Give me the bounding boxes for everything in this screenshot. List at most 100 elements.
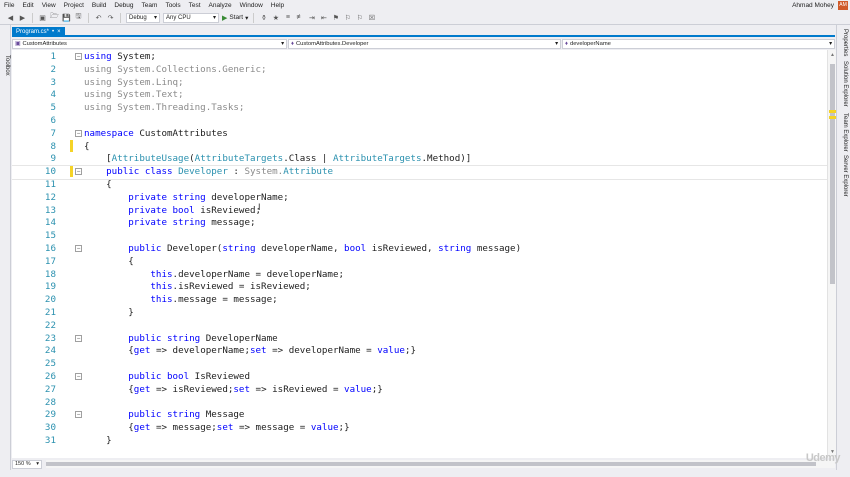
pin-icon[interactable]: •	[52, 27, 54, 37]
code-token: value	[377, 345, 405, 357]
code-token: {	[84, 255, 134, 267]
code-line[interactable]: 8{	[12, 141, 832, 154]
scroll-change-marker	[829, 110, 836, 113]
code-line[interactable]: 12 private string developerName;	[12, 192, 832, 205]
code-line[interactable]: 3 using System.Linq;	[12, 77, 832, 90]
collapse-icon[interactable]: −	[75, 129, 82, 137]
code-line[interactable]: 2 using System.Collections.Generic;	[12, 64, 832, 77]
code-text: using System.Threading.Tasks;	[84, 102, 244, 115]
project-dropdown[interactable]: ▣ CustomAttributes ▾	[12, 39, 287, 49]
new-project-icon[interactable]: ▣	[38, 13, 47, 22]
redo-icon[interactable]: ↷	[106, 13, 115, 22]
code-line[interactable]: 5 using System.Threading.Tasks;	[12, 102, 832, 115]
find-icon[interactable]: ⚱	[259, 13, 268, 22]
member-dropdown[interactable]: ♦ developerName ▾	[562, 39, 835, 49]
save-all-icon[interactable]: 🖫	[74, 13, 83, 22]
solution-explorer-tab[interactable]: Solution Explorer	[842, 61, 848, 107]
save-icon[interactable]: 💾	[62, 13, 71, 22]
collapse-icon[interactable]: −	[75, 168, 82, 176]
menu-window[interactable]: Window	[236, 0, 267, 11]
configuration-select[interactable]: Debug ▾	[126, 12, 160, 23]
properties-tab[interactable]: Properties	[842, 29, 848, 56]
zoom-select[interactable]: 150 % ▾	[12, 459, 42, 469]
code-token: message)	[471, 243, 522, 254]
code-token: .Method)]	[421, 153, 472, 165]
code-line[interactable]: 30 {get => message;set => message = valu…	[12, 422, 832, 435]
code-line[interactable]: 17 {	[12, 256, 832, 269]
menu-file[interactable]: File	[0, 0, 18, 11]
server-explorer-tab[interactable]: Server Explorer	[842, 155, 848, 197]
tab-program-cs[interactable]: Program.cs* • ×	[12, 27, 65, 37]
clear-bookmarks-icon[interactable]: ☒	[367, 13, 376, 22]
scroll-thumb[interactable]	[830, 64, 835, 284]
line-number: 30	[44, 422, 56, 434]
back-icon[interactable]: ◀	[6, 13, 15, 22]
code-line[interactable]: 7 − namespace CustomAttributes	[12, 128, 832, 141]
code-line[interactable]: 18 this.developerName = developerName;	[12, 269, 832, 282]
bookmark-icon[interactable]: ★	[271, 13, 280, 22]
collapse-icon[interactable]: −	[75, 411, 82, 419]
toolbox-tab[interactable]: Toolbox	[4, 55, 10, 76]
code-line[interactable]: 23 − public string DeveloperName	[12, 333, 832, 346]
code-line[interactable]: 29 − public string Message	[12, 409, 832, 422]
prev-bookmark-icon[interactable]: ⚐	[343, 13, 352, 22]
code-line[interactable]: 19 this.isReviewed = isReviewed;	[12, 281, 832, 294]
collapse-icon[interactable]: −	[75, 53, 82, 60]
menu-debug[interactable]: Debug	[110, 0, 137, 11]
collapse-icon[interactable]: −	[75, 334, 82, 342]
platform-select[interactable]: Any CPU ▾	[163, 12, 219, 23]
uncomment-icon[interactable]: ≢	[295, 13, 304, 22]
code-line[interactable]: 25	[12, 358, 832, 371]
menu-team[interactable]: Team	[138, 0, 162, 11]
code-line[interactable]: 15	[12, 230, 832, 243]
code-line[interactable]: 28	[12, 397, 832, 410]
line-number: 3	[50, 76, 56, 88]
code-line[interactable]: 10 − public class Developer : System.Attr…	[12, 165, 833, 180]
menu-edit[interactable]: Edit	[18, 0, 37, 11]
code-line[interactable]: 11 {	[12, 179, 832, 192]
indent-icon[interactable]: ⇥	[307, 13, 316, 22]
next-bookmark-icon[interactable]: ⚐	[355, 13, 364, 22]
code-text: this.message = message;	[84, 294, 277, 307]
code-line[interactable]: 6	[12, 115, 832, 128]
collapse-icon[interactable]: −	[75, 245, 82, 252]
forward-icon[interactable]: ▶	[18, 13, 27, 22]
code-line[interactable]: 20 this.message = message;	[12, 294, 832, 307]
open-folder-icon[interactable]: 🗁	[50, 13, 59, 22]
scroll-up-icon[interactable]: ▲	[829, 52, 836, 58]
code-line[interactable]: 14 private string message;	[12, 217, 832, 230]
code-line[interactable]: 24 {get => developerName;set => develope…	[12, 345, 832, 358]
avatar[interactable]: AM	[838, 1, 848, 10]
undo-icon[interactable]: ↶	[94, 13, 103, 22]
code-line[interactable]: 22	[12, 320, 832, 333]
team-explorer-tab[interactable]: Team Explorer	[842, 113, 848, 152]
type-dropdown[interactable]: ♦ CustomAttributes.Developer ▾	[288, 39, 561, 49]
vertical-scrollbar[interactable]: ▲ ▼	[827, 50, 836, 458]
code-line[interactable]: 4 using System.Text;	[12, 89, 832, 102]
code-line[interactable]: 31 }	[12, 435, 832, 448]
collapse-icon[interactable]: −	[75, 373, 82, 380]
menu-view[interactable]: View	[38, 0, 60, 11]
code-line[interactable]: 27 {get => isReviewed;set => isReviewed …	[12, 384, 832, 397]
code-line[interactable]: 13 private bool isReviewed;	[12, 205, 832, 218]
code-line[interactable]: 26 − public bool IsReviewed	[12, 371, 832, 384]
comment-icon[interactable]: ≡	[283, 13, 292, 22]
code-line[interactable]: 16− public Developer(string developerNam…	[12, 243, 832, 256]
menu-project[interactable]: Project	[60, 0, 88, 11]
menu-help[interactable]: Help	[267, 0, 288, 11]
scroll-thumb[interactable]	[46, 462, 816, 466]
menu-analyze[interactable]: Analyze	[205, 0, 236, 11]
start-button[interactable]: ▶ Start ▾	[222, 14, 248, 22]
menu-test[interactable]: Test	[185, 0, 205, 11]
outdent-icon[interactable]: ⇤	[319, 13, 328, 22]
close-icon[interactable]: ×	[57, 27, 61, 37]
menu-tools[interactable]: Tools	[161, 0, 184, 11]
code-line[interactable]: 1 − using System;	[12, 51, 832, 64]
toggle-bookmark-icon[interactable]: ⚑	[331, 13, 340, 22]
code-line[interactable]: 21 }	[12, 307, 832, 320]
code-editor[interactable]: 1− using System; 2 using System.Collections…	[12, 50, 835, 458]
user-name[interactable]: Ahmad Mohey	[792, 0, 834, 11]
menu-build[interactable]: Build	[88, 0, 110, 11]
code-line[interactable]: 9 [AttributeUsage(AttributeTargets.Class…	[12, 153, 832, 166]
horizontal-scrollbar[interactable]	[46, 460, 835, 468]
